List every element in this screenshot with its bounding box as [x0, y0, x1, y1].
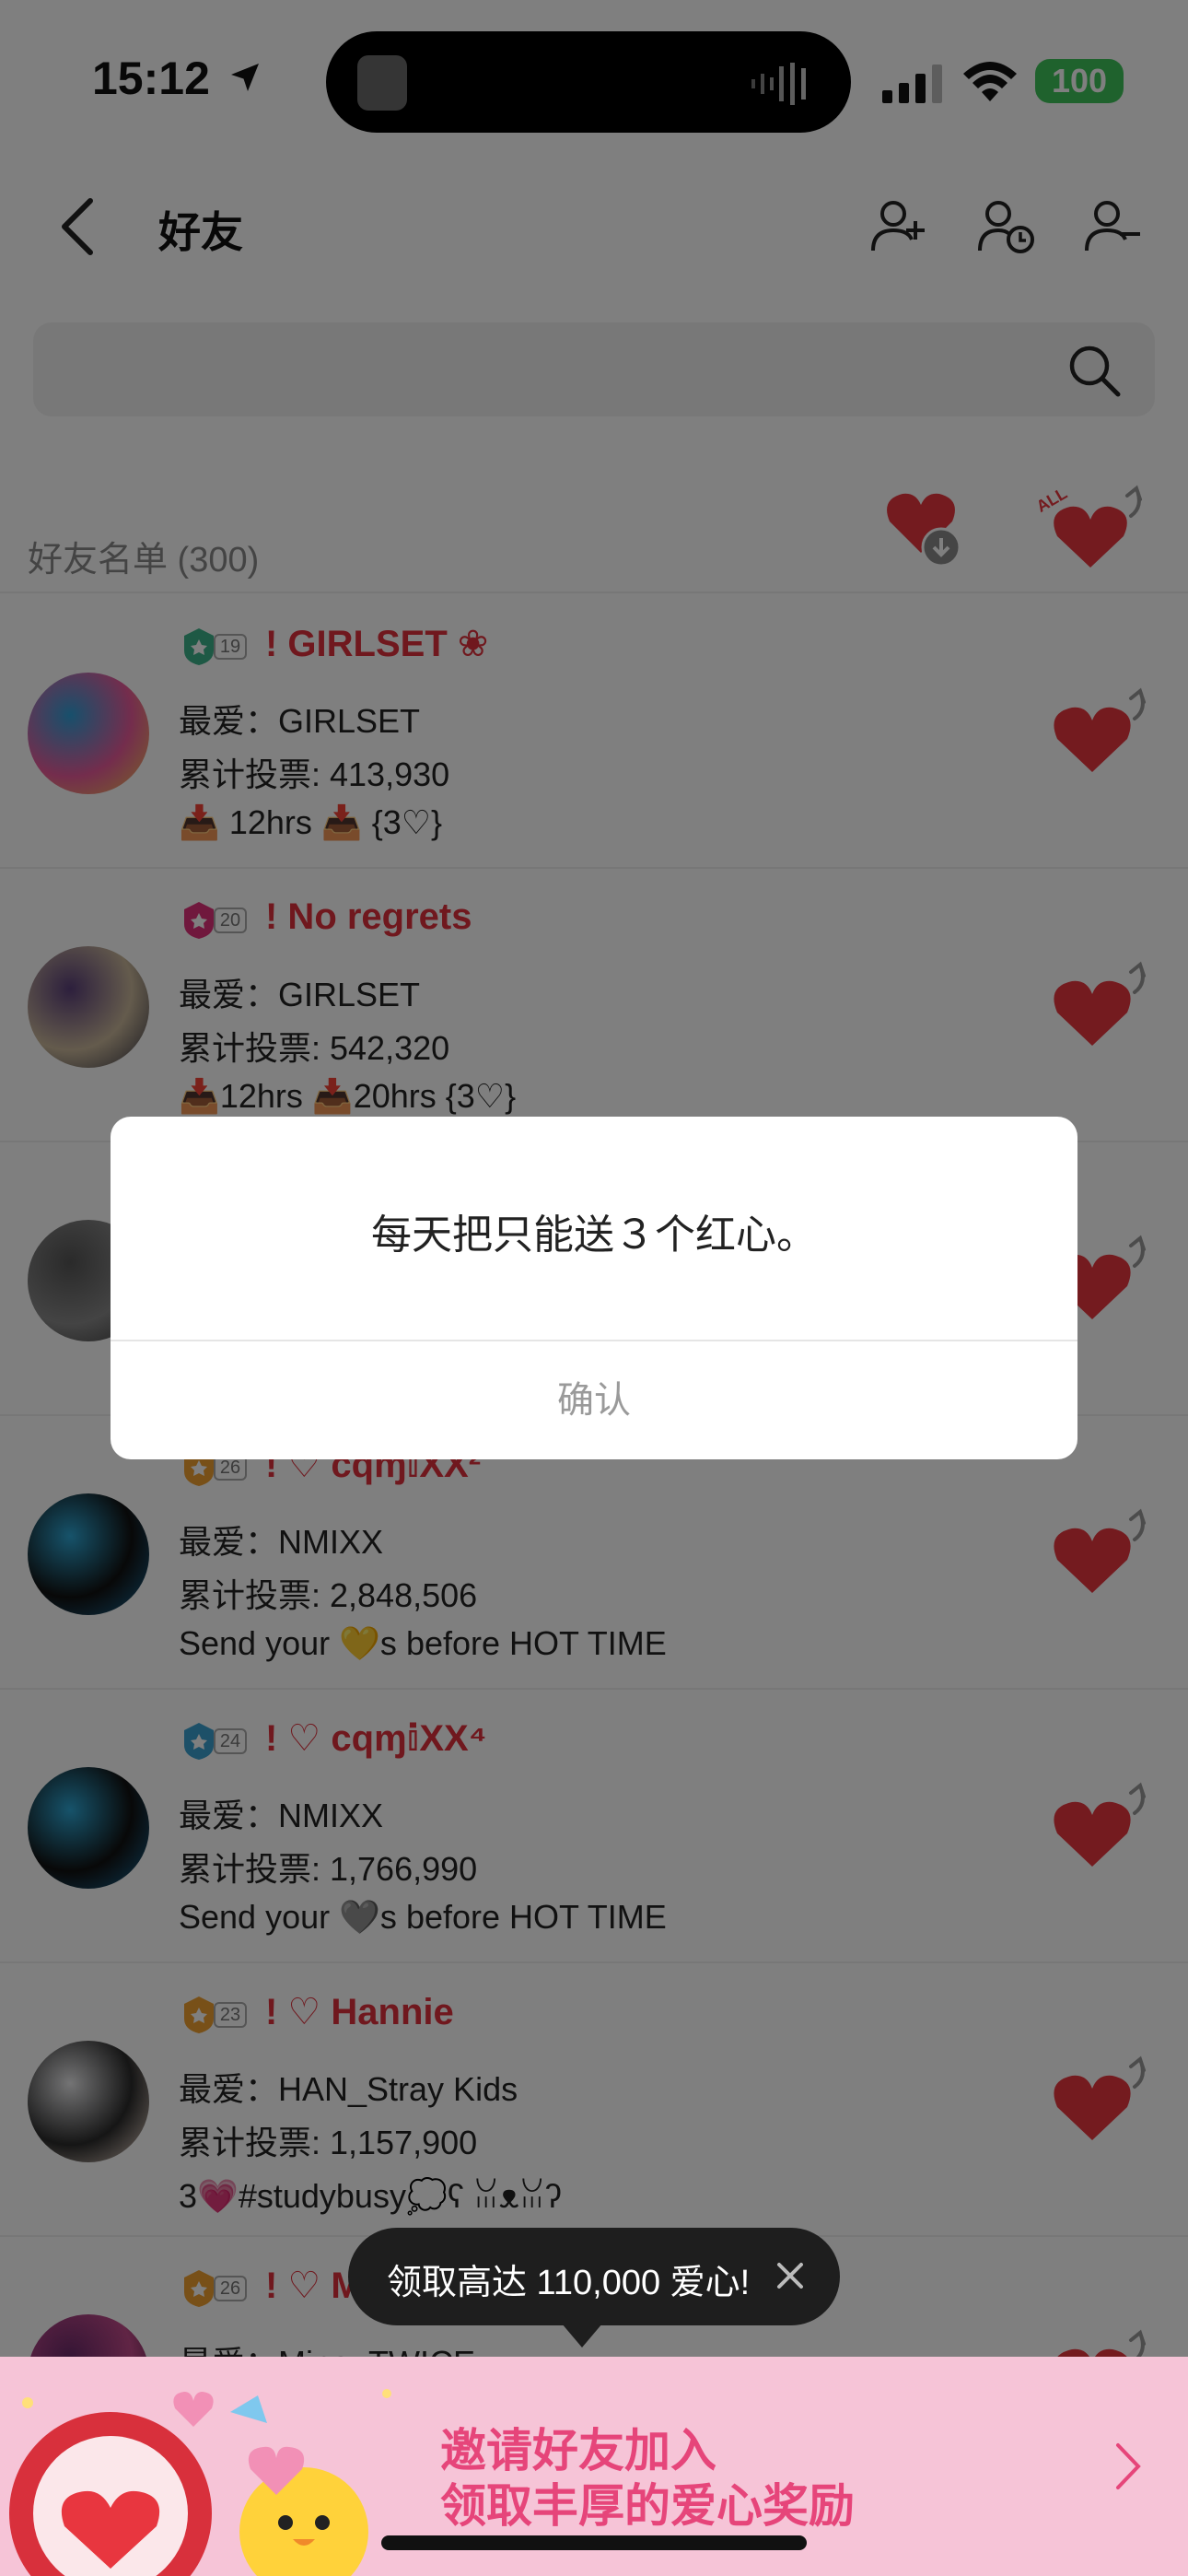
banner-subtitle: 领取丰厚的爱心奖励 — [440, 2480, 855, 2532]
chevron-right-icon[interactable] — [1114, 2441, 1142, 2491]
reward-tooltip: 领取高达 110,000 爱心! — [348, 2228, 840, 2348]
confirm-button[interactable]: 确认 — [111, 1341, 1077, 1459]
alert-dialog: 每天把只能送３个红心。 确认 — [111, 1117, 1077, 1459]
banner-illustration — [9, 2389, 391, 2576]
dialog-message: 每天把只能送３个红心。 — [371, 1212, 817, 1258]
tooltip-tail — [562, 2324, 602, 2348]
tooltip-text: 领取高达 110,000 爱心! — [387, 2264, 751, 2302]
close-icon[interactable] — [772, 2257, 809, 2294]
home-indicator — [381, 2535, 807, 2550]
